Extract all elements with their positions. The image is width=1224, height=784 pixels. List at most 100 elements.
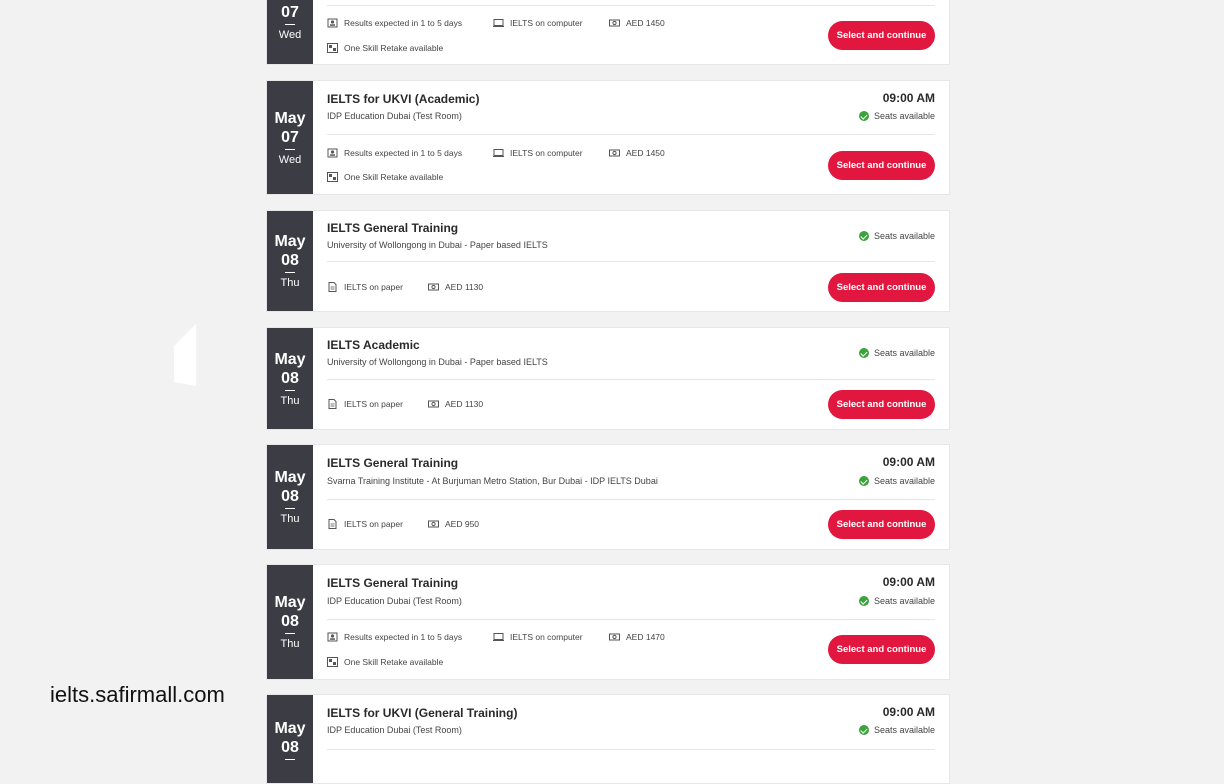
- session-card: May 08 Thu IELTS General Training Svarna…: [266, 444, 950, 550]
- date-badge: May 08 Thu: [267, 565, 313, 679]
- date-badge: May 08 Thu: [267, 211, 313, 311]
- test-time: 09:00 AM: [882, 455, 935, 469]
- retake-icon: [327, 43, 338, 53]
- card-divider: [327, 749, 935, 750]
- card-divider: [327, 499, 935, 500]
- test-venue: University of Wollongong in Dubai - Pape…: [327, 240, 548, 250]
- feature-price: AED 1130: [428, 399, 483, 409]
- feature-price: AED 1470: [609, 632, 665, 642]
- test-time: 09:00 AM: [882, 705, 935, 719]
- feature-price: AED 950: [428, 519, 479, 529]
- date-day: 08: [281, 739, 299, 756]
- date-weekday: Thu: [280, 513, 300, 525]
- seats-status: Seats available: [858, 348, 935, 358]
- feature-format: IELTS on paper: [327, 519, 403, 529]
- results-icon: [327, 632, 338, 642]
- money-icon: [428, 400, 439, 408]
- select-continue-button[interactable]: Select and continue: [828, 510, 935, 539]
- select-continue-button[interactable]: Select and continue: [828, 151, 935, 180]
- date-badge: May 08: [267, 695, 313, 783]
- seats-status: Seats available: [858, 725, 935, 735]
- feature-results: Results expected in 1 to 5 days: [327, 632, 462, 642]
- card-divider: [327, 379, 935, 380]
- date-day: 07: [281, 4, 299, 21]
- card-divider: [327, 619, 935, 620]
- money-icon: [609, 19, 620, 27]
- test-time: 09:00 AM: [882, 575, 935, 589]
- check-icon: [858, 476, 869, 486]
- check-icon: [858, 725, 869, 735]
- feature-format: IELTS on computer: [493, 148, 583, 158]
- date-badge: May 07 Wed: [267, 81, 313, 194]
- date-day: 08: [281, 488, 299, 505]
- select-continue-button[interactable]: Select and continue: [828, 21, 935, 50]
- date-weekday: Wed: [278, 153, 302, 166]
- date-month: May: [274, 350, 306, 368]
- test-title: IELTS General Training: [327, 576, 459, 590]
- session-card: May 08 IELTS for UKVI (General Training)…: [266, 694, 950, 784]
- date-weekday: Thu: [280, 394, 300, 407]
- feature-price: AED 1450: [609, 18, 665, 28]
- date-day: 08: [281, 369, 299, 387]
- test-venue: IDP Education Dubai (Test Room): [327, 596, 462, 606]
- card-divider: [327, 5, 935, 6]
- test-venue: University of Wollongong in Dubai - Pape…: [327, 357, 548, 367]
- feature-retake: One Skill Retake available: [327, 657, 443, 667]
- retake-icon: [327, 172, 338, 182]
- test-time: 09:00 AM: [882, 91, 935, 105]
- test-title: IELTS General Training: [327, 221, 459, 235]
- date-weekday: Wed: [278, 29, 302, 41]
- test-title: IELTS Academic: [327, 338, 420, 352]
- select-continue-button[interactable]: Select and continue: [828, 635, 935, 664]
- seats-status: Seats available: [858, 476, 935, 486]
- computer-icon: [493, 633, 504, 641]
- test-title: IELTS for UKVI (General Training): [327, 706, 518, 720]
- test-title: IELTS General Training: [327, 456, 459, 470]
- side-arrow-shape: [174, 324, 196, 386]
- feature-format: IELTS on computer: [493, 632, 583, 642]
- feature-results: Results expected in 1 to 5 days: [327, 18, 462, 28]
- money-icon: [609, 149, 620, 157]
- card-divider: [327, 261, 935, 262]
- date-separator: [285, 272, 295, 273]
- date-badge: 07 Wed: [267, 0, 313, 64]
- paper-icon: [328, 282, 337, 292]
- date-month: May: [274, 720, 306, 737]
- session-card: 07 Wed Results expected in 1 to 5 days I…: [266, 0, 950, 65]
- check-icon: [858, 348, 869, 358]
- select-continue-button[interactable]: Select and continue: [828, 273, 935, 302]
- test-venue: IDP Education Dubai (Test Room): [327, 725, 462, 735]
- feature-format: IELTS on paper: [327, 282, 403, 292]
- session-card: May 08 Thu IELTS Academic University of …: [266, 327, 950, 430]
- computer-icon: [493, 149, 504, 157]
- paper-icon: [328, 399, 337, 409]
- seats-status: Seats available: [858, 111, 935, 121]
- test-title: IELTS for UKVI (Academic): [327, 92, 480, 106]
- money-icon: [609, 633, 620, 641]
- seats-status: Seats available: [858, 231, 935, 241]
- date-separator: [285, 148, 295, 150]
- feature-retake: One Skill Retake available: [327, 172, 443, 182]
- date-separator: [285, 633, 295, 634]
- computer-icon: [493, 19, 504, 27]
- site-watermark: ielts.safirmall.com: [50, 682, 225, 707]
- date-separator: [285, 24, 295, 25]
- session-card: May 08 Thu IELTS General Training IDP Ed…: [266, 564, 950, 680]
- select-continue-button[interactable]: Select and continue: [828, 390, 935, 419]
- date-day: 08: [281, 613, 299, 630]
- results-icon: [327, 148, 338, 158]
- session-card: May 08 Thu IELTS General Training Univer…: [266, 210, 950, 312]
- retake-icon: [327, 657, 338, 667]
- date-day: 08: [281, 252, 299, 269]
- date-month: May: [274, 233, 306, 250]
- feature-retake: One Skill Retake available: [327, 43, 443, 53]
- date-separator: [285, 389, 295, 391]
- seats-status: Seats available: [858, 596, 935, 606]
- feature-format: IELTS on computer: [493, 18, 583, 28]
- date-badge: May 08 Thu: [267, 445, 313, 549]
- feature-price: AED 1130: [428, 282, 483, 292]
- feature-format: IELTS on paper: [327, 399, 403, 409]
- feature-results: Results expected in 1 to 5 days: [327, 148, 462, 158]
- money-icon: [428, 520, 439, 528]
- session-card: May 07 Wed IELTS for UKVI (Academic) IDP…: [266, 80, 950, 195]
